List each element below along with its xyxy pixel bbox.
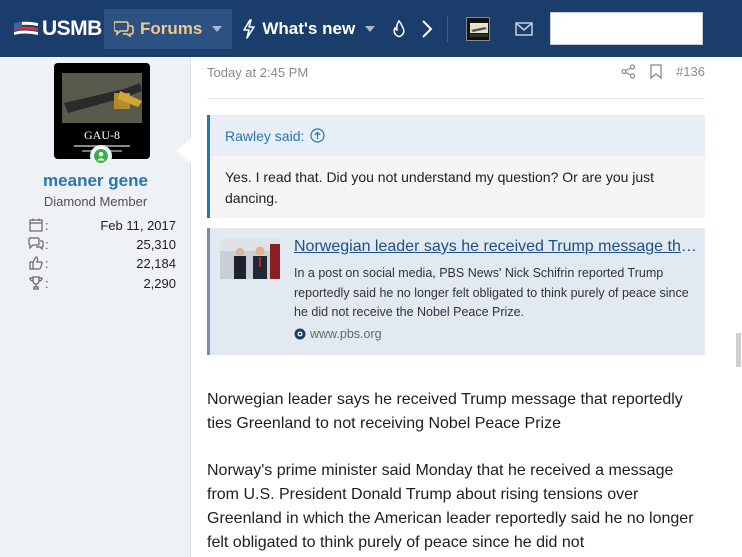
link-preview-site-text: www.pbs.org [310,327,382,341]
quote-block: Rawley said: Yes. I read that. Did you n… [207,115,705,218]
tab-forums[interactable]: Forums [104,8,233,49]
chevron-down-icon[interactable] [212,25,223,32]
post-author-panel: GAU-8 meaner gene Diamond Member : Feb 1… [0,57,191,557]
panel-arrow [176,139,191,163]
post-timestamp[interactable]: Today at 2:45 PM [207,65,308,80]
bookmark-icon[interactable] [650,64,662,79]
stat-messages: : 25,310 [28,234,176,254]
flag-icon [12,19,40,38]
arrow-up-circle-icon[interactable] [310,128,325,143]
nav-divider [447,15,449,42]
post-body: Today at 2:45 PM #136 Rawley said: Yes. … [192,57,742,557]
post-actions: #136 [621,64,705,79]
tab-forums-label: Forums [140,18,203,38]
stat-value: 22,184 [136,255,176,271]
link-preview-description: In a post on social media, PBS News' Nic… [294,266,689,319]
online-status-icon [90,145,112,167]
tab-whats-new[interactable]: What's new [232,9,385,49]
stat-separator: : [45,217,49,233]
thumbs-up-icon [28,255,44,271]
inbox-button[interactable] [502,9,546,49]
divider [207,98,705,99]
tab-whats-new-label: What's new [262,18,356,38]
stat-joined: : Feb 11, 2017 [28,215,176,235]
stat-points: : 2,290 [28,273,176,293]
stat-separator: : [45,255,49,271]
stat-value: 25,310 [136,236,176,252]
stat-separator: : [45,236,49,252]
post-paragraph: Norwegian leader says he received Trump … [207,391,683,432]
author-username[interactable]: meaner gene [0,171,191,191]
trophy-icon [28,275,44,291]
chat-bubbles-icon [114,20,134,37]
post-number-link[interactable]: #136 [676,64,705,79]
search-input[interactable] [550,12,704,45]
fire-button[interactable] [385,9,413,49]
quote-text: Yes. I read that. Did you not understand… [225,169,655,206]
author-title: Diamond Member [43,194,148,209]
quote-author[interactable]: Rawley said: [225,128,304,144]
link-preview-card[interactable]: Norwegian leader says he received Trump … [207,228,705,355]
avatar-caption: GAU-8 [84,128,120,142]
envelope-icon [515,21,533,36]
calendar-icon [28,217,44,233]
page-scrollbar[interactable] [736,333,741,367]
messages-icon [28,236,44,252]
chevron-right-icon [422,19,433,38]
logo-text: USMB [42,16,102,40]
share-icon[interactable] [621,64,636,79]
globe-icon [294,328,306,340]
stat-value: Feb 11, 2017 [100,217,176,233]
stat-value: 2,290 [143,275,176,291]
link-preview-thumbnail[interactable] [220,239,280,279]
stat-reactions: : 22,184 [28,253,176,273]
quote-header[interactable]: Rawley said: [210,115,705,156]
site-logo[interactable]: USMB [0,0,104,57]
post-paragraph: Norway's prime minister said Monday that… [207,462,694,551]
link-preview-site: www.pbs.org [294,327,382,341]
account-avatar[interactable] [466,16,491,41]
lightning-icon [243,18,256,39]
nav-scroll-right-button[interactable] [413,9,441,49]
avatar-image [467,17,490,40]
chevron-down-icon[interactable] [365,25,376,32]
link-preview-title[interactable]: Norwegian leader says he received Trump … [294,238,699,256]
stat-separator: : [45,275,49,291]
fire-icon [393,19,405,37]
top-navigation-bar: USMB Forums What's new [0,0,742,57]
